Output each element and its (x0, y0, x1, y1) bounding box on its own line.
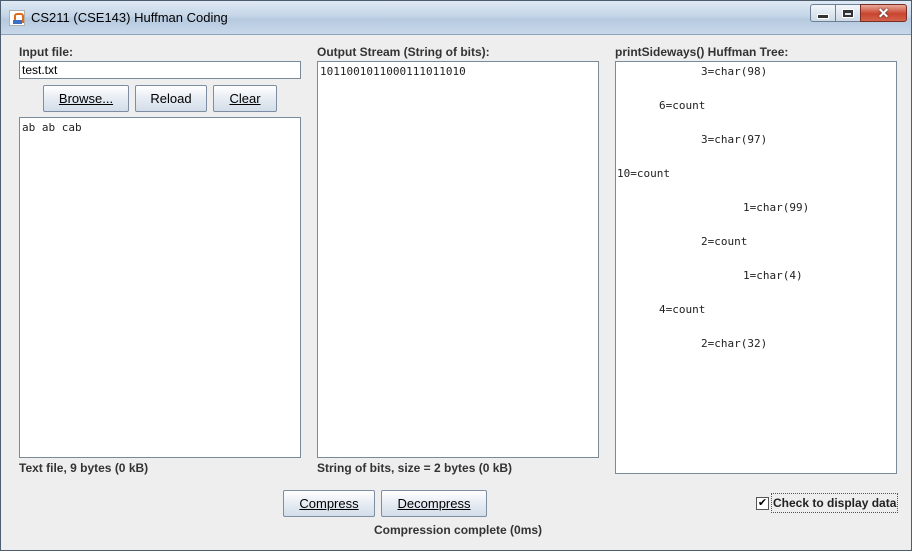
tree-node: 3=char(97) (701, 133, 768, 146)
output-bits-area[interactable]: 1011001011000111011010 (317, 61, 599, 458)
tree-node: 3=char(98) (701, 65, 768, 78)
tree-node: 2=char(32) (701, 337, 768, 350)
tree-node: 4=count (659, 303, 706, 316)
compress-label: Compress (299, 496, 359, 511)
tree-node: 1=char(4) (743, 269, 803, 282)
input-text-area[interactable]: ab ab cab (19, 117, 301, 458)
input-file-label: Input file: (19, 45, 73, 59)
window-controls: ✕ (810, 4, 907, 24)
maximize-icon (842, 8, 854, 18)
reload-label: Reload (150, 91, 192, 106)
compress-button[interactable]: Compress (283, 490, 375, 517)
input-file-field[interactable]: test.txt (19, 61, 301, 79)
output-stream-label: Output Stream (String of bits): (317, 45, 490, 59)
browse-button[interactable]: Browse... (43, 85, 129, 112)
reload-button[interactable]: Reload (135, 85, 207, 112)
browse-label: Browse... (58, 91, 114, 106)
decompress-label: Decompress (397, 496, 471, 511)
tree-node: 2=count (701, 235, 748, 248)
compression-status: Compression complete (0ms) (374, 523, 543, 537)
close-icon: ✕ (877, 4, 890, 21)
minimize-button[interactable] (810, 4, 836, 22)
clear-label: Clear (229, 91, 261, 106)
huffman-tree-area[interactable]: 3=char(98) 6=count 3=char(97) 10=count 1… (615, 61, 897, 474)
tree-node: 1=char(99) (743, 201, 810, 214)
java-app-icon (9, 10, 25, 26)
tree-node: 6=count (659, 99, 706, 112)
window-title: CS211 (CSE143) Huffman Coding (31, 10, 228, 25)
clear-button[interactable]: Clear (213, 85, 277, 112)
decompress-button[interactable]: Decompress (381, 490, 487, 517)
input-status: Text file, 9 bytes (0 kB) (19, 461, 149, 475)
output-status: String of bits, size = 2 bytes (0 kB) (317, 461, 513, 475)
minimize-icon (817, 13, 829, 19)
huffman-window: CS211 (CSE143) Huffman Coding ✕ Input fi… (0, 0, 912, 551)
tree-label: printSideways() Huffman Tree: (615, 45, 789, 59)
display-data-checkbox[interactable]: ✔ (756, 497, 769, 510)
title-bar[interactable]: CS211 (CSE143) Huffman Coding ✕ (1, 1, 911, 35)
maximize-button[interactable] (835, 4, 861, 22)
display-data-label[interactable]: Check to display data (771, 493, 899, 513)
tree-node: 10=count (617, 167, 670, 180)
close-button[interactable]: ✕ (860, 4, 907, 22)
